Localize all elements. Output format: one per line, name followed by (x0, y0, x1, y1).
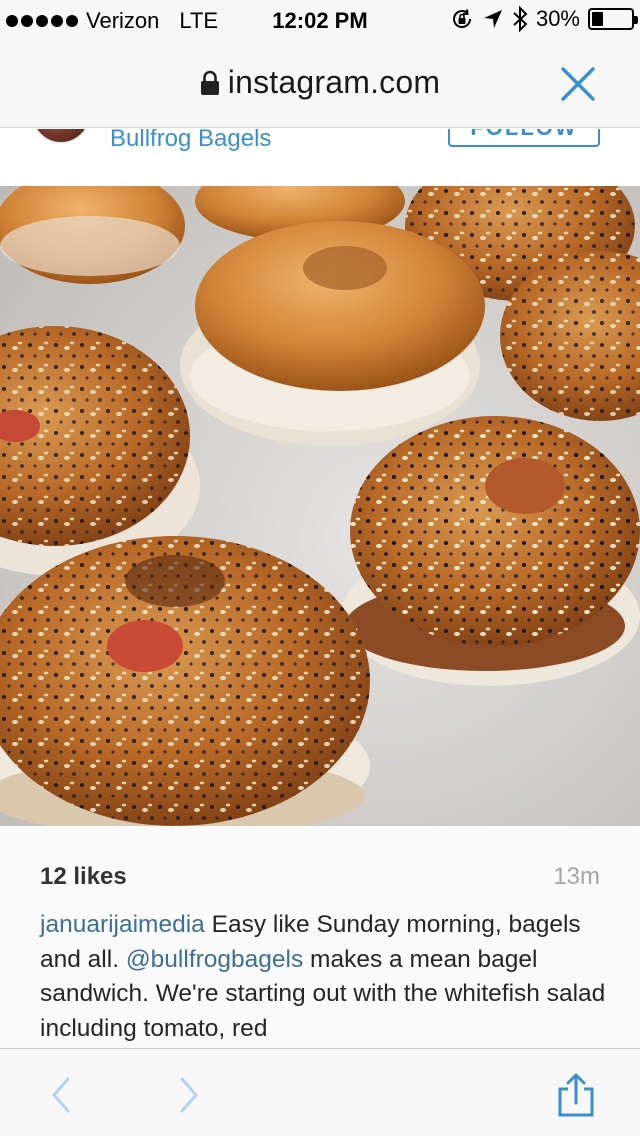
battery-fill (592, 12, 603, 26)
share-icon[interactable] (554, 1073, 598, 1117)
screen: Verizon LTE 12:02 PM 30% instagram.com B… (0, 0, 640, 1136)
caption-mention[interactable]: @bullfrogbagels (126, 946, 303, 973)
likes-count[interactable]: 12 likes (40, 863, 127, 891)
battery-percent: 30% (535, 6, 580, 31)
location-arrow-icon (483, 10, 502, 28)
lock-icon (200, 70, 219, 95)
bluetooth-icon (513, 6, 528, 32)
close-icon[interactable] (558, 64, 598, 104)
post-details: 12 likes 13m januarijaimedia Easy like S… (0, 826, 640, 1048)
address-field[interactable]: instagram.com (0, 64, 640, 101)
bagel-photo-illustration (0, 186, 640, 826)
profile-header: Bullfrog Bagels FOLLOW (0, 129, 640, 186)
forward-icon[interactable] (166, 1073, 210, 1117)
avatar[interactable] (32, 129, 90, 143)
back-icon[interactable] (40, 1073, 84, 1117)
rotation-lock-icon (452, 9, 471, 28)
post-caption: januarijaimedia Easy like Sunday morning… (40, 908, 610, 1046)
post-photo[interactable] (0, 186, 640, 826)
post-timestamp: 13m (553, 863, 600, 890)
status-right: 30% (450, 6, 638, 32)
status-bar: Verizon LTE 12:02 PM 30% (0, 0, 640, 40)
follow-button[interactable]: FOLLOW (448, 129, 600, 147)
browser-toolbar (0, 1048, 640, 1136)
url-domain: instagram.com (227, 64, 441, 100)
battery-icon (588, 8, 638, 30)
url-bar: instagram.com (0, 40, 640, 128)
caption-author[interactable]: januarijaimedia (40, 911, 205, 938)
profile-username[interactable]: Bullfrog Bagels (110, 129, 271, 153)
